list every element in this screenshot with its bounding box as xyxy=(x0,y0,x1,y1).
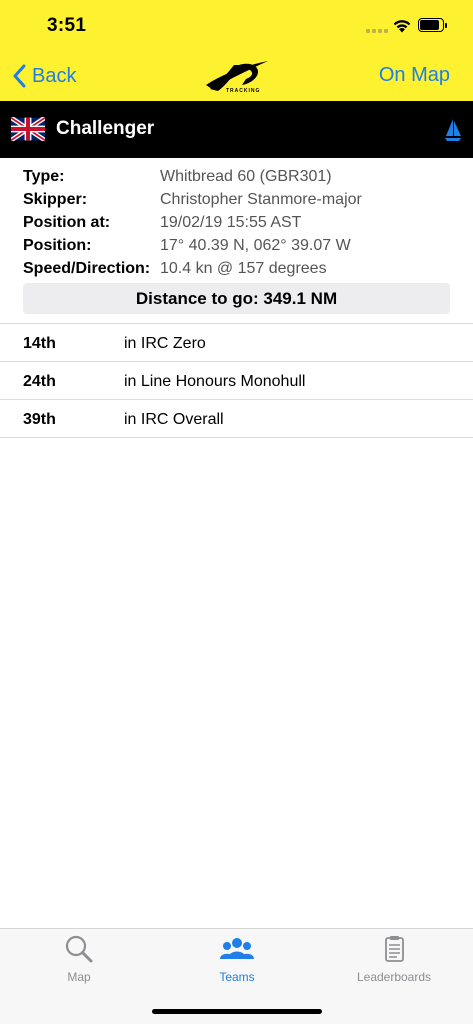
teams-icon xyxy=(220,938,254,959)
chevron-left-icon xyxy=(13,64,26,88)
ranking-class: in IRC Overall xyxy=(124,411,224,428)
tab-label: Teams xyxy=(219,970,255,984)
boat-name: Challenger xyxy=(56,118,155,139)
tab-label: Map xyxy=(67,970,91,984)
rankings-list: 14th in IRC Zero 24th in Line Honours Mo… xyxy=(0,323,473,438)
detail-label: Type: xyxy=(23,168,65,185)
tab-map[interactable]: Map xyxy=(0,935,158,995)
search-icon xyxy=(65,935,93,963)
tab-leaderboards[interactable]: Leaderboards xyxy=(315,935,473,995)
status-time: 3:51 xyxy=(47,15,87,36)
detail-row-position-at: Position at: 19/02/19 15:55 AST xyxy=(23,212,453,235)
detail-value: Christopher Stanmore-major xyxy=(160,191,362,208)
sailboat-icon[interactable] xyxy=(444,118,462,142)
detail-row-type: Type: Whitbread 60 (GBR301) xyxy=(23,166,453,189)
battery-icon xyxy=(418,18,448,32)
status-bar: 3:51 xyxy=(0,0,473,50)
ranking-position: 14th xyxy=(23,335,56,352)
ranking-position: 24th xyxy=(23,373,56,390)
detail-value: 10.4 kn @ 157 degrees xyxy=(160,260,327,277)
tab-teams[interactable]: Teams xyxy=(158,935,316,995)
leaderboard-icon xyxy=(385,936,404,962)
boat-details: Type: Whitbread 60 (GBR301) Skipper: Chr… xyxy=(23,166,453,281)
ranking-class: in IRC Zero xyxy=(124,335,206,352)
ranking-row[interactable]: 39th in IRC Overall xyxy=(0,400,473,438)
navigation-bar: Back TRACKING On Map xyxy=(0,50,473,101)
logo-subtitle: TRACKING xyxy=(226,88,261,94)
back-label: Back xyxy=(32,64,77,87)
detail-label: Speed/Direction: xyxy=(23,260,151,277)
cellular-signal-icon xyxy=(366,25,388,33)
detail-value: 19/02/19 15:55 AST xyxy=(160,214,302,231)
tab-label: Leaderboards xyxy=(356,970,432,984)
detail-row-speed-direction: Speed/Direction: 10.4 kn @ 157 degrees xyxy=(23,258,453,281)
ranking-position: 39th xyxy=(23,411,56,428)
distance-to-go: Distance to go: 349.1 NM xyxy=(23,283,450,314)
ranking-class: in Line Honours Monohull xyxy=(124,373,306,390)
detail-value: 17° 40.39 N, 062° 39.07 W xyxy=(160,237,351,254)
on-map-button[interactable]: On Map xyxy=(379,64,450,87)
home-indicator[interactable] xyxy=(152,1009,322,1014)
detail-label: Position: xyxy=(23,237,92,254)
ranking-row[interactable]: 24th in Line Honours Monohull xyxy=(0,362,473,400)
detail-row-position: Position: 17° 40.39 N, 062° 39.07 W xyxy=(23,235,453,258)
ranking-row[interactable]: 14th in IRC Zero xyxy=(0,324,473,362)
back-button[interactable]: Back xyxy=(12,62,76,90)
detail-row-skipper: Skipper: Christopher Stanmore-major xyxy=(23,189,453,212)
detail-value: Whitbread 60 (GBR301) xyxy=(160,168,332,185)
wifi-icon xyxy=(393,20,411,33)
top-header: 3:51 Back TRACKING On Map xyxy=(0,0,473,101)
boat-header: Challenger xyxy=(0,101,473,158)
detail-label: Skipper: xyxy=(23,191,88,208)
detail-label: Position at: xyxy=(23,214,111,231)
uk-flag-icon xyxy=(11,117,45,141)
